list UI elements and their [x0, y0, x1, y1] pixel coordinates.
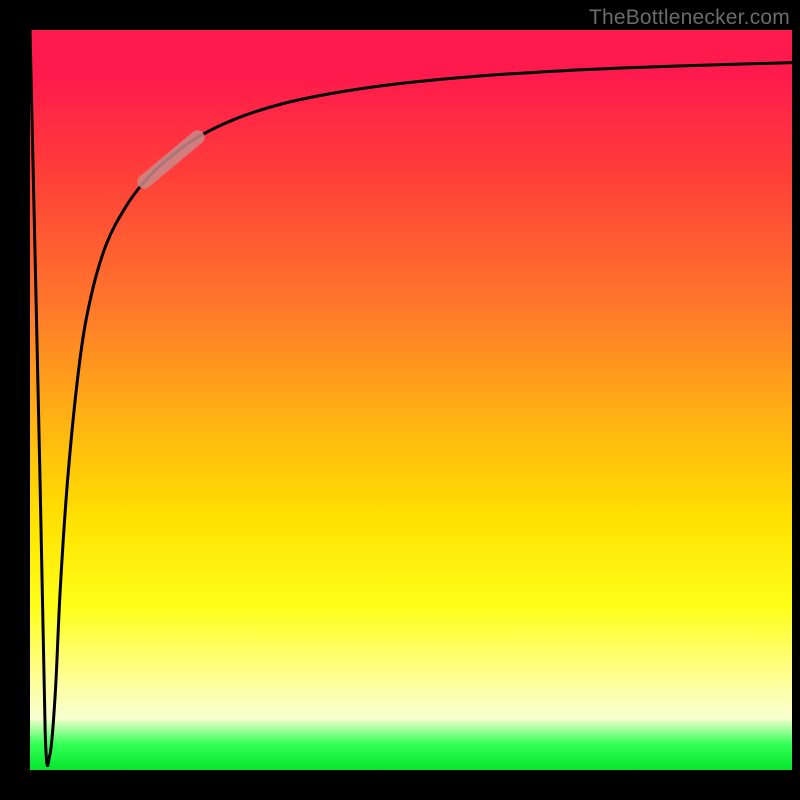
curve-layer	[30, 30, 792, 770]
highlight-segment	[144, 137, 197, 181]
chart-frame: TheBottlenecker.com	[0, 0, 800, 800]
plot-area	[30, 30, 792, 770]
watermark-label: TheBottlenecker.com	[589, 6, 790, 30]
bottleneck-curve	[30, 30, 792, 766]
